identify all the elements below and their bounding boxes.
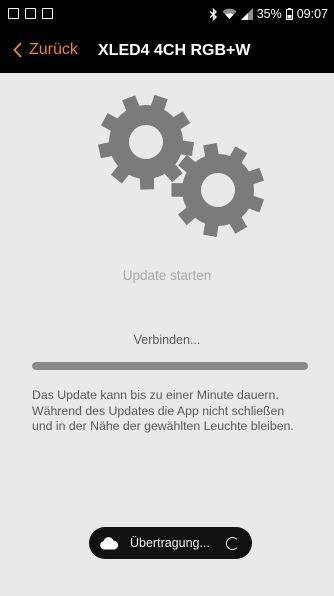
cloud-icon <box>100 537 119 550</box>
connection-status: Verbinden... <box>133 333 201 347</box>
image-notification-icon <box>8 8 19 19</box>
wifi-icon <box>222 8 237 19</box>
page-title: XLED4 4CH RGB+W <box>98 42 251 59</box>
clipboard-notification-icon <box>42 8 53 19</box>
gears-icon <box>98 94 265 237</box>
info-line: und in der Nähe der gewählten Leuchte bl… <box>32 419 294 433</box>
status-icons: 35% 09:07 <box>209 7 328 21</box>
battery-icon <box>285 8 293 20</box>
back-label: Zurück <box>29 41 78 58</box>
loading-spinner-icon <box>226 537 239 550</box>
bluetooth-icon <box>209 7 217 21</box>
navigation-bar: Zurück XLED4 4CH RGB+W <box>0 30 334 73</box>
update-title: Update starten <box>122 268 212 283</box>
update-info-text: Das Update kann bis zu einer Minute daue… <box>32 388 308 435</box>
info-line: Das Update kann bis zu einer Minute daue… <box>32 388 279 402</box>
info-line: Während des Updates die App nicht schlie… <box>32 403 285 418</box>
checkbox-notification-icon <box>25 8 36 19</box>
progress-bar <box>32 362 308 370</box>
clock: 09:07 <box>296 7 328 21</box>
transfer-toast: Übertragung... <box>89 527 252 559</box>
signal-icon <box>240 8 253 20</box>
status-bar: 35% 09:07 <box>0 0 334 30</box>
battery-percent: 35% <box>256 7 282 21</box>
notification-icons <box>8 8 53 19</box>
progress-fill <box>32 362 308 370</box>
back-button[interactable]: Zurück <box>13 41 78 59</box>
toast-label: Übertragung... <box>130 536 210 550</box>
chevron-left-icon <box>13 42 22 58</box>
large-gear-icon <box>98 94 194 190</box>
small-gear-icon <box>171 143 265 237</box>
